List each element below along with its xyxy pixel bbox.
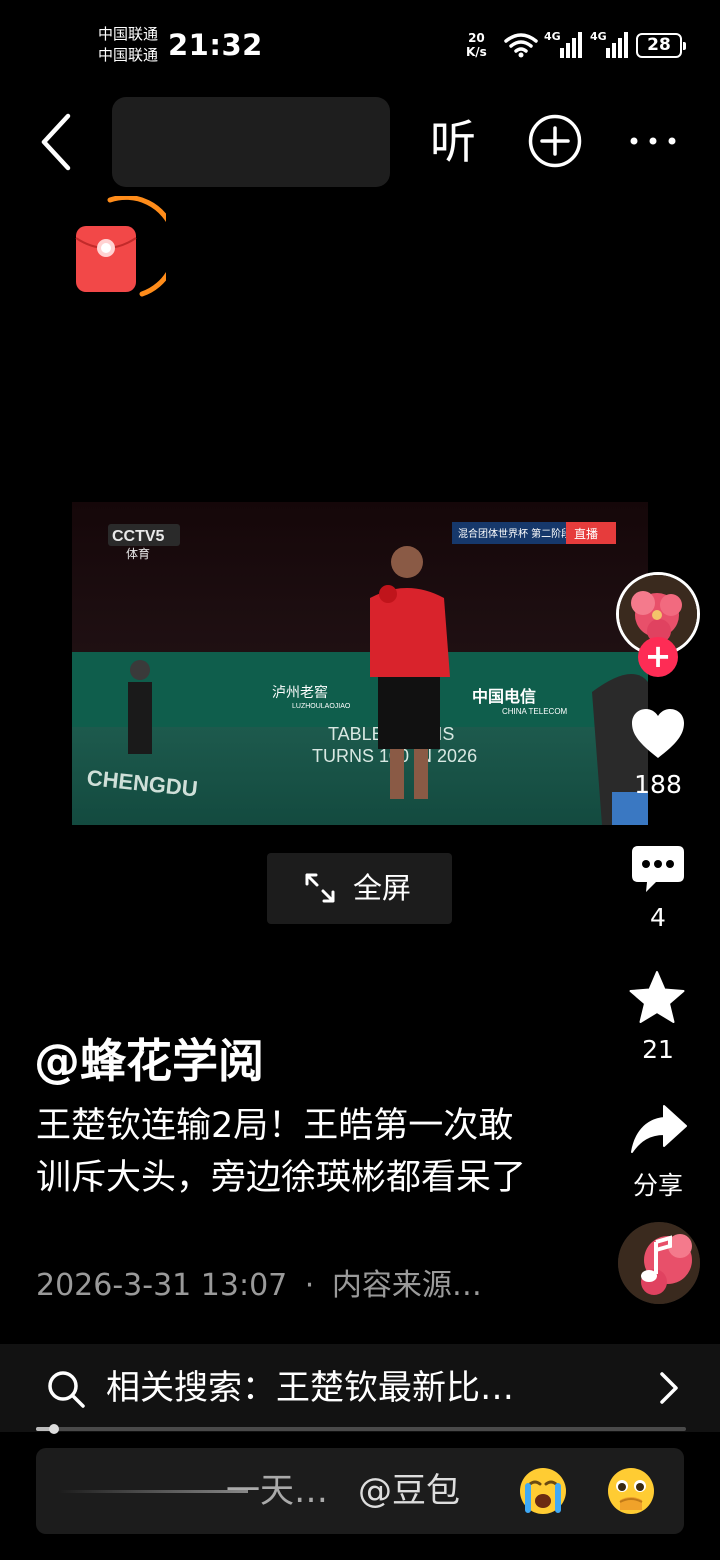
progress-knob[interactable] <box>48 1424 59 1434</box>
battery-icon: 28 <box>636 33 686 58</box>
music-disc[interactable] <box>618 1222 700 1304</box>
pleading-face-emoji[interactable] <box>606 1466 656 1516</box>
event-banner: 混合团体世界杯 第二阶段 直播 <box>452 522 616 544</box>
chevron-right-icon <box>660 1372 678 1404</box>
carrier-2: 中国联通 <box>98 46 159 64</box>
comment-button[interactable] <box>630 844 686 894</box>
svg-text:中国电信: 中国电信 <box>472 687 536 706</box>
expand-icon <box>305 873 335 903</box>
post-meta: 2026-3-31 13:07 · 内容来源… <box>36 1262 482 1310</box>
video-progress-bar[interactable] <box>36 1424 686 1434</box>
comment-input-bar[interactable]: 一天… @豆包 <box>36 1448 684 1534</box>
svg-text:泸州老窖: 泸州老窖 <box>272 684 328 701</box>
svg-text:CCTV5: CCTV5 <box>112 528 165 545</box>
search-input[interactable] <box>112 97 390 187</box>
back-button[interactable] <box>36 112 80 172</box>
comment-input[interactable]: 一天… <box>226 1468 328 1514</box>
mention-doubao-button[interactable]: @豆包 <box>358 1468 460 1514</box>
svg-text:直播: 直播 <box>574 527 598 541</box>
signal-icon-sim1: 4G <box>544 30 582 62</box>
svg-text:混合团体世界杯 第二阶段: 混合团体世界杯 第二阶段 <box>458 527 571 540</box>
add-button[interactable] <box>527 113 583 169</box>
crying-face-emoji[interactable] <box>518 1466 568 1516</box>
svg-text:LUZHOULAOJIAO: LUZHOULAOJIAO <box>292 703 351 710</box>
listen-button[interactable]: 听 <box>430 112 476 172</box>
post-datetime: 2026-3-31 13:07 <box>36 1268 288 1303</box>
video-player[interactable]: CCTV5 体育 混合团体世界杯 第二阶段 直播 中国电信 CHINA TELE… <box>72 502 648 825</box>
content-source[interactable]: 内容来源… <box>332 1268 482 1303</box>
umpire-figure <box>128 660 152 754</box>
share-label: 分享 <box>632 1171 683 1200</box>
wifi-icon <box>504 33 538 58</box>
comment-placeholder-line <box>58 1490 248 1493</box>
carrier-1: 中国联通 <box>98 25 159 43</box>
author-name[interactable]: @蜂花学阅 <box>34 1030 264 1092</box>
net-speed: 20 K/s <box>466 31 487 59</box>
follow-button[interactable]: + <box>638 637 678 677</box>
related-search-text: 相关搜索：王楚钦最新比… <box>106 1368 514 1408</box>
search-icon <box>48 1371 85 1408</box>
svg-text:CHINA TELECOM: CHINA TELECOM <box>502 707 568 716</box>
like-count: 188 <box>634 770 682 799</box>
carrier-labels: 中国联通 中国联通 <box>98 24 158 66</box>
status-bar: 中国联通 中国联通 21:32 20 K/s 4G 4G 28 <box>0 0 720 90</box>
signal-icon-sim2: 4G <box>590 30 628 62</box>
comment-count: 4 <box>650 903 666 932</box>
fullscreen-label: 全屏 <box>353 871 412 905</box>
favorite-button[interactable] <box>628 970 686 1026</box>
red-packet-icon[interactable] <box>70 196 166 300</box>
status-time: 21:32 <box>168 28 263 62</box>
fullscreen-button[interactable]: 全屏 <box>267 853 452 924</box>
svg-text:体育: 体育 <box>126 546 150 561</box>
post-description: 王楚钦连输2局！王皓第一次敢训斥大头，旁边徐瑛彬都看呆了 <box>36 1106 527 1198</box>
share-button[interactable] <box>630 1104 688 1156</box>
like-button[interactable] <box>630 708 686 760</box>
meta-separator: · <box>304 1268 315 1303</box>
related-search-bar[interactable]: 相关搜索：王楚钦最新比… <box>0 1344 720 1432</box>
favorite-count: 21 <box>642 1035 674 1064</box>
more-options-icon[interactable] <box>626 126 680 156</box>
